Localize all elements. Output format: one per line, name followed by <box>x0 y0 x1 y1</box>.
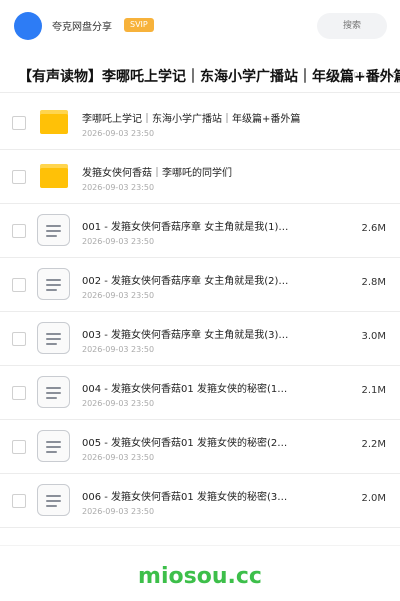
footer: miosou.cc <box>0 545 400 601</box>
row-checkbox[interactable] <box>12 386 26 400</box>
folder-row[interactable]: 李哪吒上学记｜东海小学广播站｜年级篇+番外篇 2026-09-03 23:50 <box>0 96 400 150</box>
row-checkbox[interactable] <box>12 440 26 454</box>
item-name: 002 - 发箍女侠何香菇序章 女主角就是我(2)… <box>82 276 289 287</box>
document-icon <box>37 376 70 408</box>
file-list: 李哪吒上学记｜东海小学广播站｜年级篇+番外篇 2026-09-03 23:50 … <box>0 96 400 528</box>
vip-badge: SVIP <box>124 18 154 32</box>
avatar[interactable] <box>14 12 42 40</box>
file-row[interactable]: 004 - 发箍女侠何香菇01 发箍女侠的秘密(1… 2026-09-03 23… <box>0 366 400 420</box>
item-date: 2026-09-03 23:50 <box>82 345 155 354</box>
title-bar: 2026-09-03 23:50 【有声读物】李哪吒上学记｜东海小学广播站｜年级… <box>0 62 400 93</box>
watermark-logo: miosou.cc <box>138 564 262 589</box>
item-date: 2026-09-03 23:50 <box>82 453 155 462</box>
file-row[interactable]: 005 - 发箍女侠何香菇01 发箍女侠的秘密(2… 2026-09-03 23… <box>0 420 400 474</box>
item-name: 006 - 发箍女侠何香菇01 发箍女侠的秘密(3… <box>82 492 288 503</box>
item-size: 2.8M <box>361 277 386 288</box>
item-size: 2.0M <box>361 493 386 504</box>
row-checkbox[interactable] <box>12 224 26 238</box>
item-name: 005 - 发箍女侠何香菇01 发箍女侠的秘密(2… <box>82 438 288 449</box>
row-checkbox[interactable] <box>12 170 26 184</box>
document-icon <box>37 484 70 516</box>
document-icon <box>37 268 70 300</box>
item-name: 001 - 发箍女侠何香菇序章 女主角就是我(1)… <box>82 222 289 233</box>
folder-row[interactable]: 发箍女侠何香菇｜李哪吒的同学们 2026-09-03 23:50 <box>0 150 400 204</box>
item-date: 2026-09-03 23:50 <box>82 507 155 516</box>
item-name: 发箍女侠何香菇｜李哪吒的同学们 <box>82 168 232 179</box>
folder-icon <box>40 110 68 134</box>
username: 夸克网盘分享 <box>52 22 112 33</box>
file-row[interactable]: 003 - 发箍女侠何香菇序章 女主角就是我(3)… 2026-09-03 23… <box>0 312 400 366</box>
file-row[interactable]: 006 - 发箍女侠何香菇01 发箍女侠的秘密(3… 2026-09-03 23… <box>0 474 400 528</box>
row-checkbox[interactable] <box>12 116 26 130</box>
item-date: 2026-09-03 23:50 <box>82 183 155 192</box>
row-checkbox[interactable] <box>12 332 26 346</box>
document-icon <box>37 430 70 462</box>
item-size: 2.6M <box>361 223 386 234</box>
item-name: 李哪吒上学记｜东海小学广播站｜年级篇+番外篇 <box>82 114 301 125</box>
row-checkbox[interactable] <box>12 494 26 508</box>
file-row[interactable]: 001 - 发箍女侠何香菇序章 女主角就是我(1)… 2026-09-03 23… <box>0 204 400 258</box>
document-icon <box>37 214 70 246</box>
item-size: 2.1M <box>361 385 386 396</box>
item-size: 3.0M <box>361 331 386 342</box>
item-name: 004 - 发箍女侠何香菇01 发箍女侠的秘密(1… <box>82 384 288 395</box>
item-name: 003 - 发箍女侠何香菇序章 女主角就是我(3)… <box>82 330 289 341</box>
page-title: 【有声读物】李哪吒上学记｜东海小学广播站｜年级篇+番外篇 <box>18 69 400 85</box>
header: 夸克网盘分享 SVIP <box>0 0 400 52</box>
item-date: 2026-09-03 23:50 <box>82 129 155 138</box>
row-checkbox[interactable] <box>12 278 26 292</box>
item-size: 2.2M <box>361 439 386 450</box>
file-row[interactable]: 002 - 发箍女侠何香菇序章 女主角就是我(2)… 2026-09-03 23… <box>0 258 400 312</box>
item-date: 2026-09-03 23:50 <box>82 291 155 300</box>
folder-icon <box>40 164 68 188</box>
item-date: 2026-09-03 23:50 <box>82 237 155 246</box>
search-input[interactable] <box>317 13 387 39</box>
document-icon <box>37 322 70 354</box>
item-date: 2026-09-03 23:50 <box>82 399 155 408</box>
